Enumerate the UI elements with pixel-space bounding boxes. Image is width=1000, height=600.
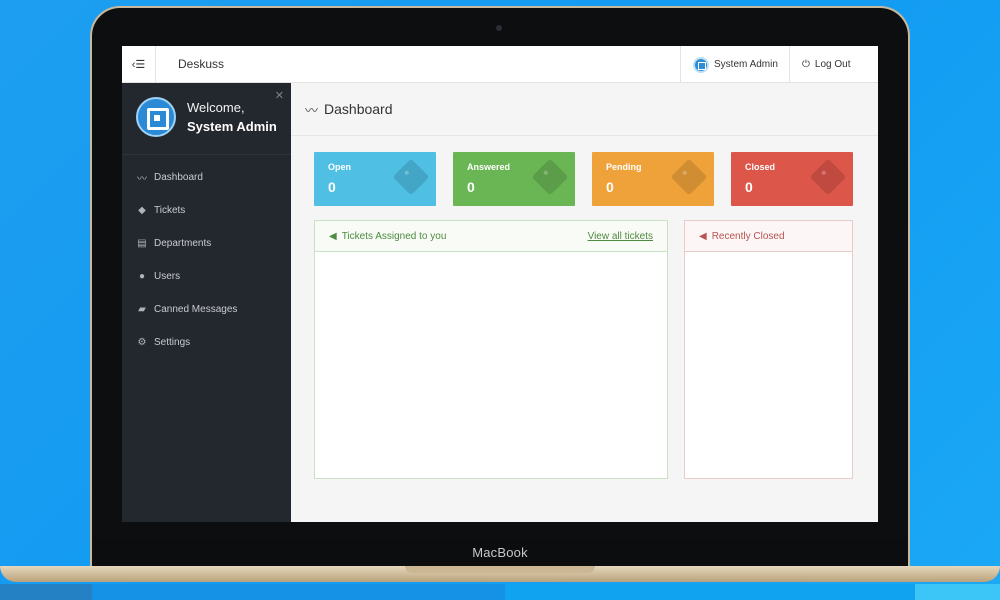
welcome-label: Welcome, [187,100,245,115]
logout-label: Log Out [814,59,851,70]
panel-header: ◀ Recently Closed [685,221,852,252]
users-icon: ● [138,271,146,282]
user-name: System Admin [714,59,778,70]
app-screen: ‹☰ Deskuss System Admin ⏻ Log Out ✕ Welc… [122,46,878,522]
sidebar-item-canned-messages[interactable]: ▰ Canned Messages [122,293,291,326]
gears-icon: ⚙ [137,337,147,348]
stat-label: Closed [745,162,776,172]
panel-header: ◀ Tickets Assigned to you View all ticke… [315,221,667,252]
tag-icon [531,158,569,196]
pulse-icon: 〰 [137,174,147,185]
stat-card-pending[interactable]: Pending 0 [592,152,714,206]
avatar [693,56,709,73]
welcome-name: System Admin [187,119,277,134]
strip-segment [505,584,915,600]
sidebar-item-tickets[interactable]: ◆ Tickets [122,194,291,227]
avatar [136,97,176,137]
sidebar: ✕ Welcome, System Admin 〰 Dashboard ◆ Ti… [122,83,291,522]
sidebar-welcome: ✕ Welcome, System Admin [122,83,291,155]
stat-value: 0 [606,179,614,195]
stat-card-open[interactable]: Open 0 [314,152,436,206]
id-card-icon: ▤ [137,238,147,249]
laptop-base [0,566,1000,582]
sidebar-item-dashboard[interactable]: 〰 Dashboard [122,161,291,194]
stat-label: Open [328,162,352,172]
recently-closed-panel: ◀ Recently Closed [684,220,853,479]
sidebar-item-label: Tickets [154,205,186,216]
comments-icon: ▰ [138,304,146,315]
user-menu[interactable]: System Admin [680,46,790,83]
top-navbar: ‹☰ Deskuss System Admin ⏻ Log Out [122,46,878,83]
sidebar-item-label: Canned Messages [154,304,238,315]
sidebar-item-label: Departments [154,238,212,249]
panel-title: Recently Closed [711,230,785,242]
tag-icon [809,158,847,196]
logout-button[interactable]: ⏻ Log Out [790,46,878,83]
laptop-brand-label: MacBook [92,540,908,566]
sidebar-nav: 〰 Dashboard ◆ Tickets ▤ Departments ● Us… [122,155,291,359]
stat-value: 0 [745,179,753,195]
background-strip [0,584,1000,600]
power-icon: ⏻ [802,59,810,70]
camera-icon [496,25,502,31]
strip-segment [0,584,92,600]
main-content: 〰 Dashboard Open 0 Answered 0 Pending 0 … [291,83,878,522]
stat-value: 0 [467,179,475,195]
sidebar-item-departments[interactable]: ▤ Departments [122,227,291,260]
sidebar-item-label: Settings [154,337,191,348]
tag-icon [392,158,430,196]
stat-card-answered[interactable]: Answered 0 [453,152,575,206]
stat-label: Pending [606,162,642,172]
stat-card-closed[interactable]: Closed 0 [731,152,853,206]
brand-name[interactable]: Deskuss [178,46,224,83]
pulse-icon: 〰 [305,102,319,118]
sidebar-item-label: Users [154,271,181,282]
view-all-tickets-link[interactable]: View all tickets [588,231,653,242]
strip-segment [915,584,1000,600]
close-icon[interactable]: ✕ [275,89,284,102]
bullhorn-icon: ◀ [329,230,337,242]
tag-icon [670,158,708,196]
panel-title: Tickets Assigned to you [341,230,447,242]
stat-label: Answered [467,162,511,172]
sidebar-item-settings[interactable]: ⚙ Settings [122,326,291,359]
laptop-notch [405,566,595,573]
assigned-tickets-panel: ◀ Tickets Assigned to you View all ticke… [314,220,668,479]
sidebar-item-users[interactable]: ● Users [122,260,291,293]
tag-icon: ◆ [138,205,146,216]
sidebar-item-label: Dashboard [154,172,203,183]
stat-value: 0 [328,179,336,195]
sidebar-toggle-button[interactable]: ‹☰ [122,46,156,83]
page-title: Dashboard [324,101,393,117]
bullhorn-icon: ◀ [699,230,707,242]
page-header: 〰 Dashboard [291,83,878,136]
stats-row: Open 0 Answered 0 Pending 0 Closed 0 [314,152,854,206]
